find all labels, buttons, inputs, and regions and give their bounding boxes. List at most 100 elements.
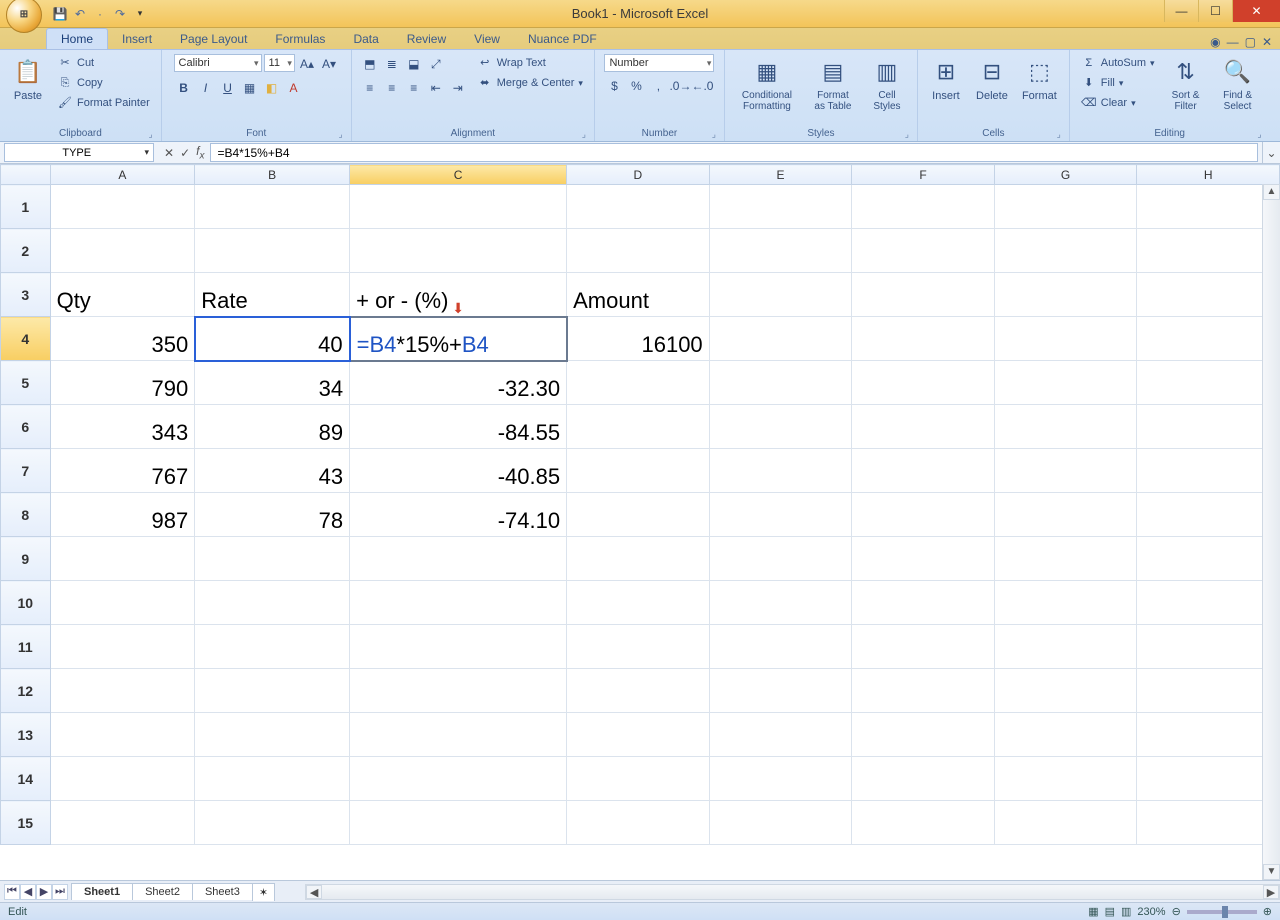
autosum-button[interactable]: ΣAutoSum ▾ <box>1078 54 1158 72</box>
wrap-text-button[interactable]: ↩Wrap Text <box>474 54 586 72</box>
cell-C7[interactable]: -40.85 <box>350 449 567 493</box>
row-7[interactable]: 7 <box>1 449 51 493</box>
horizontal-scrollbar[interactable]: ◀ ▶ <box>305 884 1280 900</box>
sort-filter-button[interactable]: ⇅Sort & Filter <box>1164 54 1208 114</box>
vscroll-thumb[interactable] <box>1263 200 1280 864</box>
row-8[interactable]: 8 <box>1 493 51 537</box>
underline-button[interactable]: U <box>218 78 238 98</box>
sheet-next-icon[interactable]: ▶ <box>36 884 52 900</box>
delete-cells-button[interactable]: ⊟Delete <box>972 54 1012 104</box>
scroll-right-icon[interactable]: ▶ <box>1263 885 1279 899</box>
align-top-icon[interactable]: ⬒ <box>360 54 380 74</box>
office-button[interactable]: ⊞ <box>6 0 42 33</box>
row-15[interactable]: 15 <box>1 801 51 845</box>
expand-formula-bar-icon[interactable]: ⌄ <box>1262 142 1280 163</box>
insert-sheet-button[interactable]: ✶ <box>252 883 275 901</box>
shrink-font-icon[interactable]: A▾ <box>319 54 339 74</box>
cell-C6[interactable]: -84.55 <box>350 405 567 449</box>
cancel-formula-icon[interactable]: ✕ <box>164 146 174 160</box>
sheet-last-icon[interactable]: ⏭ <box>52 884 68 900</box>
close-button[interactable]: ✕ <box>1232 0 1280 22</box>
view-break-icon[interactable]: ▥ <box>1121 905 1131 918</box>
sheet-tab-1[interactable]: Sheet1 <box>71 883 133 900</box>
zoom-level[interactable]: 230% <box>1137 906 1165 918</box>
maximize-button[interactable]: ☐ <box>1198 0 1232 22</box>
align-bottom-icon[interactable]: ⬓ <box>404 54 424 74</box>
italic-button[interactable]: I <box>196 78 216 98</box>
fill-color-button[interactable]: ◧ <box>262 78 282 98</box>
cell-D3[interactable]: Amount <box>567 273 710 317</box>
zoom-in-icon[interactable]: ⊕ <box>1263 905 1272 918</box>
format-cells-button[interactable]: ⬚Format <box>1018 54 1061 104</box>
tab-review[interactable]: Review <box>393 29 460 49</box>
cell-A4[interactable]: 350 <box>50 317 195 361</box>
find-select-button[interactable]: 🔍Find & Select <box>1214 54 1262 114</box>
row-5[interactable]: 5 <box>1 361 51 405</box>
col-G[interactable]: G <box>994 165 1137 185</box>
formula-bar[interactable]: =B4*15%+B4 <box>210 143 1258 162</box>
enter-formula-icon[interactable]: ✓ <box>180 146 190 160</box>
row-12[interactable]: 12 <box>1 669 51 713</box>
row-4[interactable]: 4 <box>1 317 51 361</box>
cut-button[interactable]: ✂Cut <box>54 54 153 72</box>
scroll-left-icon[interactable]: ◀ <box>306 885 322 899</box>
align-left-icon[interactable]: ≡ <box>360 78 380 98</box>
row-10[interactable]: 10 <box>1 581 51 625</box>
ribbon-minimize-icon[interactable]: — <box>1227 35 1239 49</box>
select-all-corner[interactable] <box>1 165 51 185</box>
font-name-select[interactable]: Calibri <box>174 54 262 72</box>
cell-styles-button[interactable]: ▥Cell Styles <box>865 54 909 114</box>
paste-button[interactable]: 📋 Paste <box>8 54 48 104</box>
clear-button[interactable]: ⌫Clear ▾ <box>1078 94 1158 112</box>
grow-font-icon[interactable]: A▴ <box>297 54 317 74</box>
cell-B3[interactable]: Rate <box>195 273 350 317</box>
tab-nuance-pdf[interactable]: Nuance PDF <box>514 29 611 49</box>
col-C[interactable]: C <box>350 165 567 185</box>
insert-cells-button[interactable]: ⊞Insert <box>926 54 966 104</box>
number-format-select[interactable]: Number <box>604 54 714 72</box>
scroll-down-icon[interactable]: ▼ <box>1263 864 1280 880</box>
cell-B8[interactable]: 78 <box>195 493 350 537</box>
percent-icon[interactable]: % <box>626 76 646 96</box>
align-center-icon[interactable]: ≡ <box>382 78 402 98</box>
font-size-select[interactable]: 11 <box>264 54 295 72</box>
cell-D4[interactable]: 16100 <box>567 317 710 361</box>
view-layout-icon[interactable]: ▤ <box>1105 905 1115 918</box>
tab-page-layout[interactable]: Page Layout <box>166 29 261 49</box>
sheet-tab-2[interactable]: Sheet2 <box>132 883 193 900</box>
comma-icon[interactable]: , <box>648 76 668 96</box>
merge-center-button[interactable]: ⬌Merge & Center ▾ <box>474 74 586 92</box>
format-as-table-button[interactable]: ▤Format as Table <box>807 54 859 114</box>
align-right-icon[interactable]: ≡ <box>404 78 424 98</box>
worksheet-grid[interactable]: A B C D E F G H 1 2 3 Qty Rate + or - (%… <box>0 164 1280 880</box>
cell-C5[interactable]: -32.30 <box>350 361 567 405</box>
format-painter-button[interactable]: 🖌Format Painter <box>54 94 153 112</box>
window-restore-icon[interactable]: ▢ <box>1245 35 1256 49</box>
scroll-up-icon[interactable]: ▲ <box>1263 184 1280 200</box>
hscroll-thumb[interactable] <box>322 885 1263 899</box>
name-box[interactable]: TYPE <box>4 143 154 162</box>
font-color-button[interactable]: A <box>284 78 304 98</box>
sheet-prev-icon[interactable]: ◀ <box>20 884 36 900</box>
conditional-formatting-button[interactable]: ▦Conditional Formatting <box>733 54 801 114</box>
col-F[interactable]: F <box>852 165 995 185</box>
row-6[interactable]: 6 <box>1 405 51 449</box>
bold-button[interactable]: B <box>174 78 194 98</box>
row-3[interactable]: 3 <box>1 273 51 317</box>
tab-home[interactable]: Home <box>46 28 108 49</box>
cell-B4[interactable]: 40 <box>195 317 350 361</box>
zoom-out-icon[interactable]: ⊖ <box>1172 905 1181 918</box>
tab-data[interactable]: Data <box>339 29 392 49</box>
indent-inc-icon[interactable]: ⇥ <box>448 78 468 98</box>
cell-A7[interactable]: 767 <box>50 449 195 493</box>
col-H[interactable]: H <box>1137 165 1280 185</box>
col-A[interactable]: A <box>50 165 195 185</box>
currency-icon[interactable]: $ <box>604 76 624 96</box>
tab-insert[interactable]: Insert <box>108 29 166 49</box>
cell-C4-editing[interactable]: ⬇ =B4*15%+B4 <box>350 317 567 361</box>
row-1[interactable]: 1 <box>1 185 51 229</box>
row-9[interactable]: 9 <box>1 537 51 581</box>
row-2[interactable]: 2 <box>1 229 51 273</box>
window-close-icon[interactable]: ✕ <box>1262 35 1272 49</box>
column-headers[interactable]: A B C D E F G H <box>1 165 1280 185</box>
